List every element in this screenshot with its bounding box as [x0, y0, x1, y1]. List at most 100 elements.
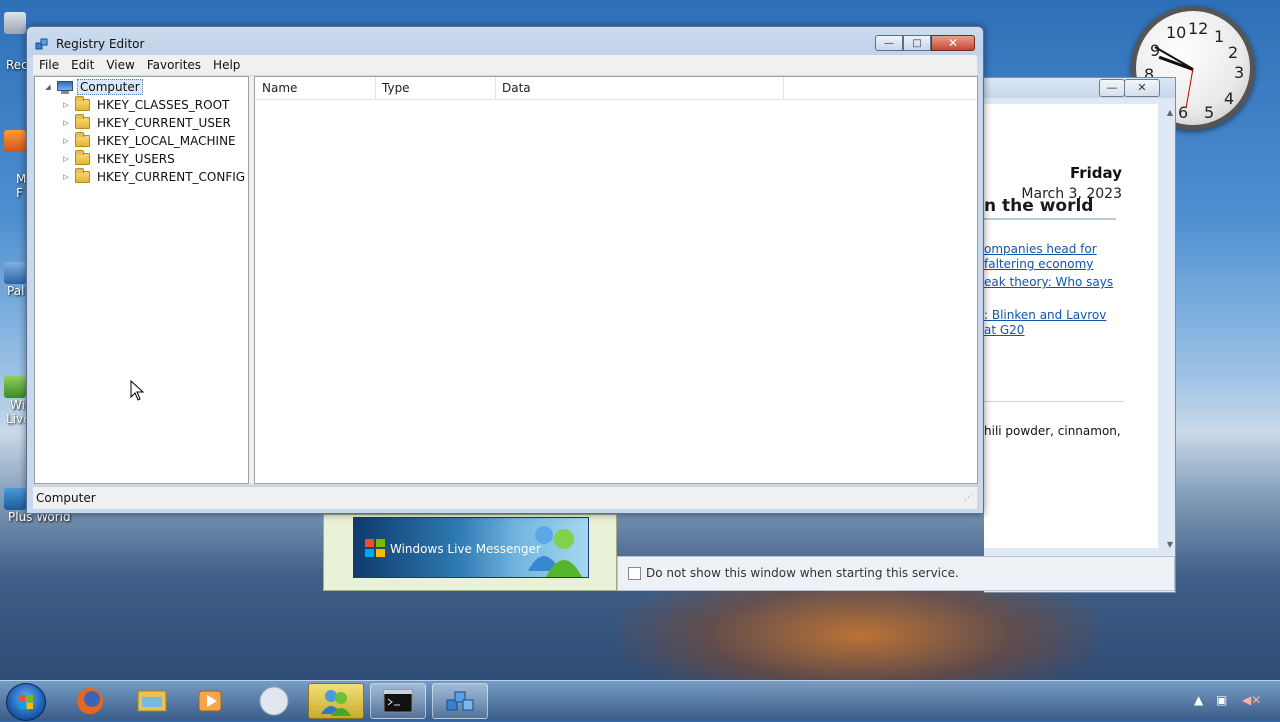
minimize-icon: — — [884, 37, 894, 49]
registry-editor-window[interactable]: Registry Editor — □ ✕ File Edit View Fav… — [26, 26, 984, 514]
news-divider — [984, 218, 1116, 220]
regedit-icon — [446, 691, 474, 711]
news-divider — [984, 401, 1124, 402]
menu-view[interactable]: View — [100, 58, 140, 72]
taskbar-firefox[interactable] — [62, 683, 118, 719]
start-button[interactable] — [6, 683, 46, 721]
column-header-name[interactable]: Name — [262, 81, 297, 95]
clock-number: 5 — [1204, 103, 1215, 122]
window-title: Registry Editor — [56, 37, 145, 51]
desktop-app-icon[interactable] — [4, 130, 26, 152]
tree-item-hkey-classes-root[interactable]: ▷ HKEY_CLASSES_ROOT — [61, 96, 231, 114]
menu-edit[interactable]: Edit — [65, 58, 100, 72]
tree-item-hkey-current-user[interactable]: ▷ HKEY_CURRENT_USER — [61, 114, 233, 132]
service-options-bar: Do not show this window when starting th… — [617, 556, 1175, 591]
background-news-window[interactable]: — ✕ Friday March 3, 2023 n the world omp… — [984, 77, 1176, 593]
taskbar: ▲ ▣ ◀✕ — [0, 680, 1280, 721]
menu-favorites[interactable]: Favorites — [141, 58, 207, 72]
news-link[interactable]: at G20 — [984, 323, 1024, 337]
column-divider[interactable] — [783, 77, 784, 99]
maximize-icon: □ — [912, 37, 922, 49]
column-divider[interactable] — [375, 77, 376, 99]
background-close-button[interactable]: ✕ — [1124, 79, 1160, 97]
taskbar-cmd[interactable] — [370, 683, 426, 719]
explorer-icon — [137, 690, 167, 712]
desktop-label: Wi — [10, 398, 25, 412]
dont-show-checkbox[interactable] — [628, 567, 641, 580]
tree-item-computer[interactable]: ◢ Computer — [43, 78, 143, 96]
column-headers: Name Type Data — [255, 77, 977, 100]
taskbar-regedit[interactable] — [432, 683, 488, 719]
clock-number: 12 — [1188, 19, 1209, 38]
column-header-type[interactable]: Type — [382, 81, 410, 95]
folder-icon — [75, 150, 90, 165]
background-minimize-button[interactable]: — — [1099, 79, 1125, 97]
desktop-app-icon[interactable] — [4, 488, 26, 510]
windows-logo-icon — [19, 695, 33, 709]
desktop-app-icon[interactable] — [4, 376, 26, 398]
expand-arrow-icon[interactable]: ▷ — [61, 173, 71, 181]
status-bar: Computer ⋰ — [33, 486, 977, 509]
system-tray: ▲ ▣ ◀✕ — [1190, 681, 1280, 721]
messenger-buddies-icon — [528, 526, 582, 577]
firefox-icon — [77, 688, 103, 714]
desktop-label: M — [16, 172, 27, 186]
recycle-bin-icon[interactable] — [4, 12, 26, 34]
background-window-titlebar[interactable]: — ✕ — [984, 78, 1175, 98]
tree-label: HKEY_LOCAL_MACHINE — [97, 134, 236, 148]
folder-icon — [75, 96, 90, 111]
scroll-down-icon[interactable]: ▼ — [1167, 540, 1173, 549]
volume-muted-icon[interactable]: ◀✕ — [1242, 693, 1261, 707]
tree-label: HKEY_CURRENT_USER — [97, 116, 231, 130]
news-link[interactable]: ompanies head for — [984, 242, 1097, 256]
news-link[interactable]: : Blinken and Lavrov — [984, 308, 1106, 322]
resize-grip-icon[interactable]: ⋰ — [964, 493, 973, 503]
folder-icon — [75, 168, 90, 183]
news-link[interactable]: faltering economy — [984, 257, 1093, 271]
taskbar-explorer[interactable] — [124, 683, 180, 719]
clock-number: 2 — [1228, 43, 1239, 62]
news-link[interactable]: eak theory: Who says — [984, 275, 1113, 289]
mouse-cursor-icon — [130, 380, 145, 401]
messenger-icon — [321, 690, 351, 716]
values-list[interactable]: Name Type Data — [254, 76, 978, 484]
taskbar-messenger[interactable] — [308, 683, 364, 719]
cmd-icon — [383, 689, 413, 713]
column-header-data[interactable]: Data — [502, 81, 531, 95]
minimize-button[interactable]: — — [875, 35, 903, 51]
menu-file[interactable]: File — [33, 58, 65, 72]
news-day: Friday — [1069, 164, 1122, 182]
news-snippet: hili powder, cinnamon, — [984, 424, 1121, 438]
clock-number: 4 — [1224, 89, 1235, 108]
media-player-icon — [198, 690, 222, 712]
expand-arrow-icon[interactable]: ▷ — [61, 101, 71, 109]
caption-buttons: — □ ✕ — [875, 35, 975, 53]
tree-item-hkey-local-machine[interactable]: ▷ HKEY_LOCAL_MACHINE — [61, 132, 238, 150]
tree-label: HKEY_CURRENT_CONFIG — [97, 170, 246, 184]
messenger-banner[interactable]: Windows Live Messenger — [353, 517, 589, 578]
tree-item-hkey-current-config[interactable]: ▷ HKEY_CURRENT_CONFIG — [61, 168, 247, 186]
menu-help[interactable]: Help — [207, 58, 246, 72]
expand-arrow-icon[interactable]: ▷ — [61, 137, 71, 145]
desktop-label: Rec — [6, 58, 28, 72]
column-divider[interactable] — [495, 77, 496, 99]
maximize-button[interactable]: □ — [903, 35, 931, 51]
folder-icon — [75, 132, 90, 147]
scroll-up-icon[interactable]: ▲ — [1167, 108, 1173, 117]
status-text: Computer — [36, 491, 96, 505]
close-button[interactable]: ✕ — [931, 35, 975, 51]
expand-arrow-icon[interactable]: ▷ — [61, 119, 71, 127]
network-icon[interactable]: ▣ — [1216, 693, 1227, 707]
taskbar-sphere[interactable] — [246, 683, 302, 719]
tree-item-hkey-users[interactable]: ▷ HKEY_USERS — [61, 150, 177, 168]
folder-icon — [75, 114, 90, 129]
desktop-app-icon[interactable] — [4, 262, 26, 284]
registry-tree[interactable]: ◢ Computer ▷ HKEY_CLASSES_ROOT ▷ HKEY_CU… — [34, 76, 249, 484]
close-icon: ✕ — [947, 36, 959, 50]
taskbar-media-player[interactable] — [183, 683, 239, 719]
expand-arrow-icon[interactable]: ▷ — [61, 155, 71, 163]
show-hidden-icons-icon[interactable]: ▲ — [1194, 693, 1203, 707]
tree-label: HKEY_CLASSES_ROOT — [97, 98, 230, 112]
collapse-arrow-icon[interactable]: ◢ — [43, 83, 53, 91]
windows-flag-icon — [365, 539, 385, 557]
